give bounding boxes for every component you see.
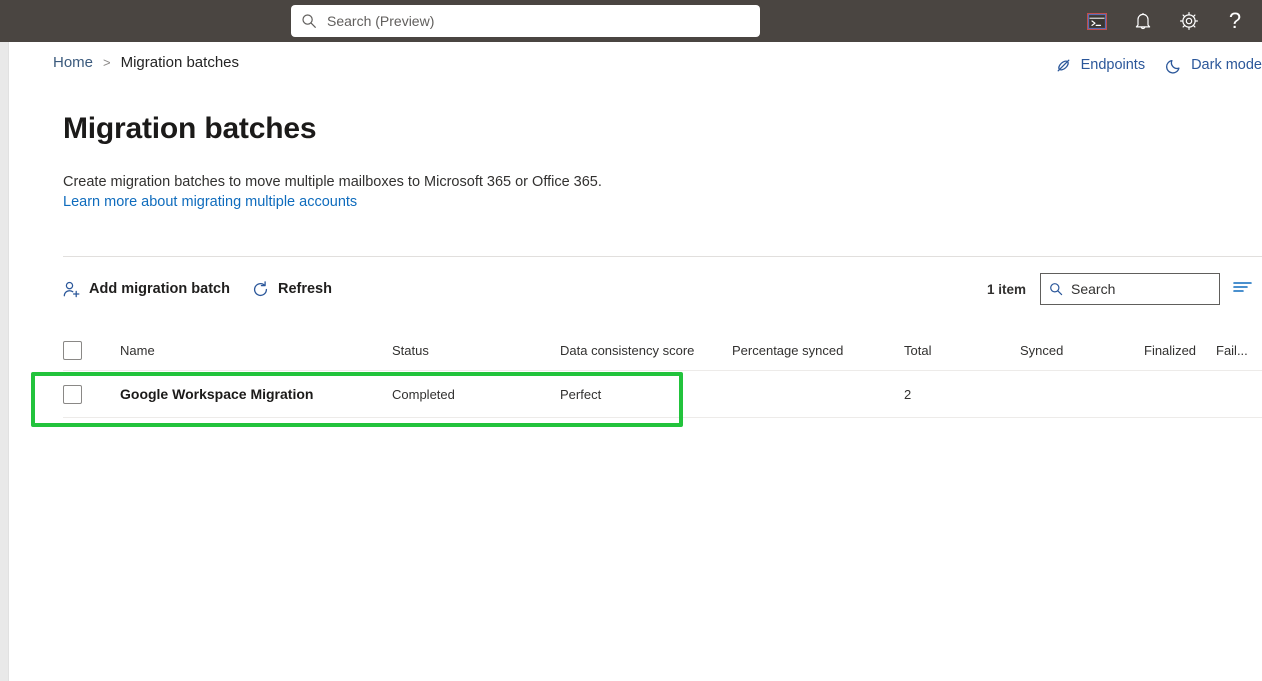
column-header-synced[interactable]: Synced — [1020, 343, 1144, 358]
column-header-failed[interactable]: Fail... — [1216, 343, 1262, 358]
table-header-row: Name Status Data consistency score Perce… — [63, 330, 1262, 371]
dark-mode-moon-icon — [1165, 56, 1183, 74]
column-header-data-consistency-score[interactable]: Data consistency score — [560, 343, 732, 358]
add-user-icon — [63, 280, 81, 298]
migration-batches-table: Name Status Data consistency score Perce… — [63, 330, 1262, 418]
breadcrumb-item-home[interactable]: Home — [53, 54, 93, 71]
notifications-button[interactable] — [1120, 0, 1166, 42]
command-bar-left: Add migration batch Refresh — [63, 266, 354, 312]
filter-lines-icon — [1233, 280, 1253, 299]
settings-gear-icon — [1179, 11, 1199, 31]
page-description: Create migration batches to move multipl… — [63, 174, 602, 190]
endpoints-button[interactable]: Endpoints — [1055, 56, 1146, 74]
help-question-icon: ? — [1228, 8, 1242, 33]
cell-name[interactable]: Google Workspace Migration — [120, 386, 392, 402]
list-search-input[interactable] — [1071, 281, 1211, 297]
cell-data-consistency-score: Perfect — [560, 386, 602, 402]
search-icon — [1049, 282, 1063, 296]
dark-mode-label: Dark mode — [1191, 57, 1262, 73]
left-nav-rail[interactable] — [0, 42, 9, 681]
page-canvas: Home > Migration batches Endpoints Dark … — [10, 42, 1262, 681]
list-search-box[interactable] — [1040, 273, 1220, 305]
row-checkbox[interactable] — [63, 384, 82, 404]
refresh-button[interactable]: Refresh — [252, 280, 332, 298]
cell-total: 2 — [904, 386, 912, 402]
add-migration-batch-button[interactable]: Add migration batch — [63, 280, 230, 298]
endpoints-plug-icon — [1055, 56, 1073, 74]
column-header-finalized[interactable]: Finalized — [1144, 343, 1216, 358]
select-all-cell — [63, 340, 120, 360]
table-row[interactable]: Google Workspace Migration Completed Per… — [63, 371, 1262, 418]
refresh-label: Refresh — [277, 281, 332, 297]
filter-button[interactable] — [1226, 273, 1260, 305]
breadcrumb-row: Home > Migration batches Endpoints Dark … — [10, 42, 1262, 92]
breadcrumb-separator-icon: > — [103, 55, 111, 70]
cell-status: Completed — [392, 386, 455, 402]
add-migration-batch-label: Add migration batch — [89, 281, 230, 297]
global-search-input[interactable] — [327, 5, 750, 37]
suite-top-bar: ? — [0, 0, 1262, 42]
column-header-percentage-synced[interactable]: Percentage synced — [732, 343, 904, 358]
select-all-checkbox[interactable] — [63, 340, 82, 360]
dark-mode-button[interactable]: Dark mode — [1165, 56, 1262, 74]
breadcrumb-item-current: Migration batches — [120, 54, 240, 71]
row-select-cell — [63, 384, 120, 404]
notifications-bell-icon — [1134, 11, 1152, 31]
section-divider — [63, 256, 1262, 257]
command-bar: Add migration batch Refresh 1 item — [10, 266, 1262, 312]
cloud-shell-icon — [1087, 12, 1107, 30]
command-bar-right: 1 item — [987, 266, 1260, 312]
learn-more-link[interactable]: Learn more about migrating multiple acco… — [63, 194, 357, 210]
page-title: Migration batches — [63, 112, 317, 145]
settings-button[interactable] — [1166, 0, 1212, 42]
search-icon — [301, 13, 317, 29]
breadcrumb: Home > Migration batches — [53, 54, 239, 71]
cloud-shell-button[interactable] — [1074, 0, 1120, 42]
help-button[interactable]: ? — [1212, 0, 1258, 42]
column-header-status[interactable]: Status — [392, 343, 560, 358]
endpoints-label: Endpoints — [1080, 57, 1146, 73]
refresh-icon — [252, 280, 270, 298]
suite-actions: ? — [1074, 0, 1258, 42]
item-count-label: 1 item — [986, 281, 1026, 297]
column-header-total[interactable]: Total — [904, 343, 1020, 358]
global-search-box[interactable] — [291, 5, 760, 37]
column-header-name[interactable]: Name — [120, 343, 392, 358]
page-actions: Endpoints Dark mode — [1035, 56, 1262, 74]
